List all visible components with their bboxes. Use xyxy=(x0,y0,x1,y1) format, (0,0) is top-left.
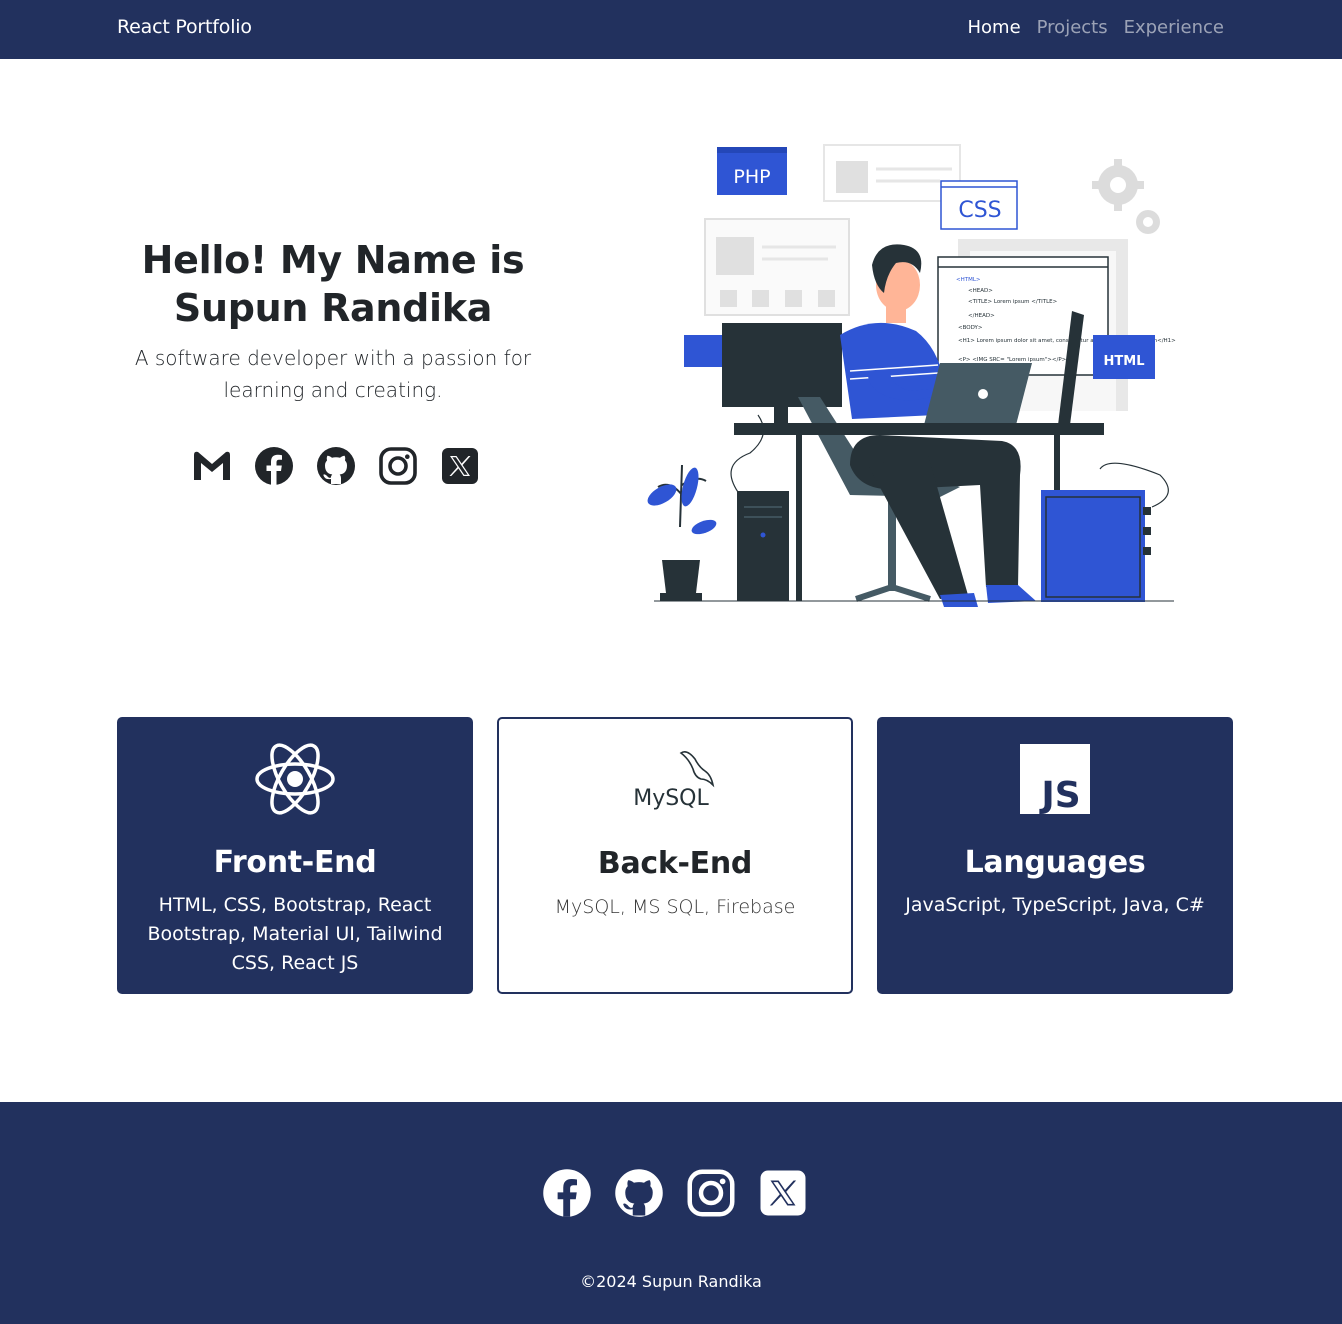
developer-at-desk-illustration: PHP CSS <HTML> <HEAD> <TITLE> Lorem ipsu… xyxy=(640,135,1180,615)
react-icon xyxy=(253,741,337,817)
nav-link-experience[interactable]: Experience xyxy=(1124,17,1224,38)
x-icon[interactable] xyxy=(758,1168,808,1218)
nav-links: Home Projects Experience xyxy=(967,17,1224,38)
code-line: <HEAD> xyxy=(968,288,993,294)
card-description: JavaScript, TypeScript, Java, C# xyxy=(905,894,1205,916)
php-tag-label: PHP xyxy=(733,166,770,188)
facebook-icon[interactable] xyxy=(254,446,294,486)
brand-link[interactable]: React Portfolio xyxy=(117,16,252,38)
skills-cards: Front-End HTML, CSS, Bootstrap, React Bo… xyxy=(117,717,1233,994)
card-description: MySQL, MS SQL, Firebase xyxy=(554,896,796,918)
hero-subtitle: A software developer with a passion for … xyxy=(134,346,532,402)
hero-social-links xyxy=(192,446,480,486)
facebook-icon[interactable] xyxy=(542,1168,592,1218)
languages-card: JS Languages JavaScript, TypeScript, Jav… xyxy=(877,717,1233,994)
frontend-card: Front-End HTML, CSS, Bootstrap, React Bo… xyxy=(117,717,473,994)
github-icon[interactable] xyxy=(614,1168,664,1218)
github-icon[interactable] xyxy=(316,446,356,486)
nav-link-home[interactable]: Home xyxy=(967,17,1020,38)
code-line: <TITLE> Lorem ipsum </TITLE> xyxy=(968,299,1058,305)
instagram-icon[interactable] xyxy=(686,1168,736,1218)
js-icon: JS xyxy=(1013,741,1097,817)
hero-title: Hello! My Name is Supun Randika xyxy=(141,238,525,330)
navbar: React Portfolio Home Projects Experience xyxy=(0,0,1342,59)
card-title: Languages xyxy=(964,845,1146,880)
copyright-text: ©2024 Supun Randika xyxy=(580,1272,762,1291)
css-tag-label: CSS xyxy=(958,198,1001,223)
mysql-icon: MySQL xyxy=(633,745,717,821)
gmail-icon[interactable] xyxy=(192,446,232,486)
x-icon[interactable] xyxy=(440,446,480,486)
footer: ©2024 Supun Randika xyxy=(0,1102,1342,1324)
html-tag-label: HTML xyxy=(1104,354,1145,369)
hero-section: Hello! My Name is Supun Randika A softwa… xyxy=(83,236,583,406)
mysql-logo-text: MySQL xyxy=(633,786,709,811)
code-line: <HTML> xyxy=(956,277,981,283)
card-title: Back-End xyxy=(597,846,753,881)
js-logo-text: JS xyxy=(1038,775,1080,816)
code-line: </HEAD> xyxy=(968,313,995,319)
code-line: <P> <IMG SRC= "Lorem ipsum"></P> xyxy=(958,357,1067,363)
card-description: HTML, CSS, Bootstrap, React Bootstrap, M… xyxy=(147,894,443,974)
code-line: <BODY> xyxy=(958,325,983,331)
card-title: Front-End xyxy=(213,845,377,880)
instagram-icon[interactable] xyxy=(378,446,418,486)
backend-card: MySQL Back-End MySQL, MS SQL, Firebase xyxy=(497,717,853,994)
footer-social-links xyxy=(542,1168,808,1218)
nav-link-projects[interactable]: Projects xyxy=(1037,17,1108,38)
